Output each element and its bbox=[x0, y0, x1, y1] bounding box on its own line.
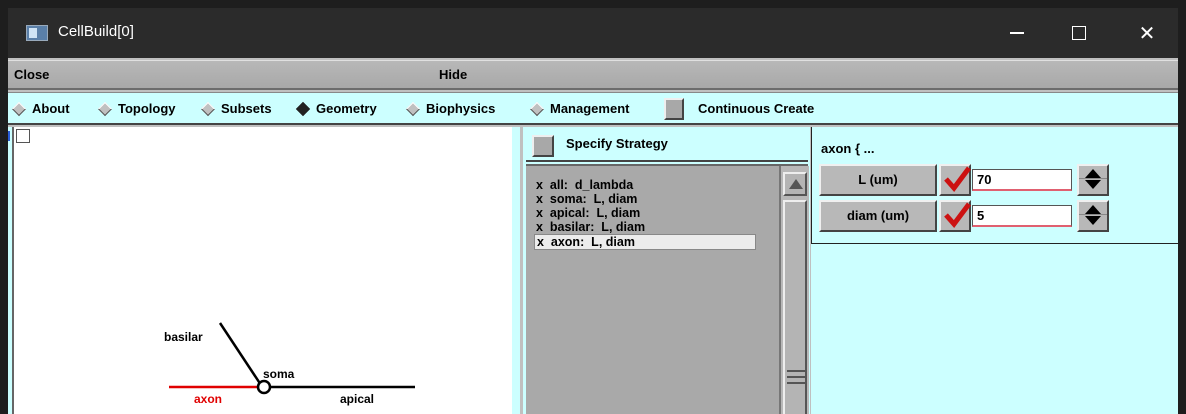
stepper-divider bbox=[1079, 214, 1107, 215]
radio-diamond-icon bbox=[97, 101, 113, 116]
tab-biophysics-label: Biophysics bbox=[426, 101, 496, 116]
tab-about-label: About bbox=[32, 101, 70, 116]
radio-diamond-selected-icon bbox=[295, 101, 311, 116]
radio-diamond-icon bbox=[405, 101, 421, 116]
section-params-pane: axon { ... L (um) 70 diam (um) 5 bbox=[811, 127, 1178, 414]
soma-section bbox=[256, 379, 272, 395]
checkbox-button-icon bbox=[664, 97, 684, 120]
edge-marker bbox=[8, 131, 10, 141]
minimize-button[interactable] bbox=[986, 8, 1048, 58]
tab-biophysics[interactable]: Biophysics bbox=[405, 93, 496, 124]
radio-diamond-icon bbox=[200, 101, 216, 116]
tab-about[interactable]: About bbox=[11, 93, 70, 124]
basilar-label: basilar bbox=[164, 330, 203, 344]
list-item[interactable]: x all: d_lambda bbox=[536, 178, 633, 192]
scroll-up-arrow-icon[interactable] bbox=[783, 172, 807, 196]
tab-geometry-label: Geometry bbox=[316, 101, 377, 116]
diam-stepper[interactable] bbox=[1077, 200, 1109, 232]
soma-label: soma bbox=[263, 367, 295, 381]
tab-management-label: Management bbox=[550, 101, 630, 116]
red-checkmark-icon bbox=[944, 166, 971, 192]
close-icon: ✕ bbox=[1138, 21, 1156, 45]
list-item-selected[interactable]: x axon: L, diam bbox=[534, 234, 756, 250]
tab-subsets-label: Subsets bbox=[221, 101, 272, 116]
continuous-create-toggle[interactable]: Continuous Create bbox=[664, 93, 814, 124]
list-item[interactable]: x apical: L, diam bbox=[536, 206, 640, 220]
strategy-list[interactable]: x all: d_lambda x soma: L, diam x apical… bbox=[526, 164, 809, 414]
cellbuild-window: CellBuild[0] ✕ Close Hide About Topology… bbox=[8, 8, 1178, 414]
stepper-divider bbox=[1079, 178, 1107, 179]
grip-line bbox=[787, 376, 805, 378]
apical-label: apical bbox=[340, 392, 375, 406]
specify-strategy-checkbox[interactable] bbox=[532, 135, 554, 157]
arrow-down-icon bbox=[1085, 180, 1101, 189]
specify-strategy-label[interactable]: Specify Strategy bbox=[566, 136, 668, 151]
strategy-header: Specify Strategy bbox=[526, 127, 808, 162]
window-title: CellBuild[0] bbox=[58, 23, 134, 40]
scroll-thumb[interactable] bbox=[783, 200, 807, 414]
close-window-button[interactable]: ✕ bbox=[1116, 8, 1178, 58]
red-checkmark-icon bbox=[944, 202, 971, 228]
arrow-up-icon bbox=[1085, 169, 1101, 178]
diam-check-toggle[interactable] bbox=[939, 200, 971, 232]
arrow-down-icon bbox=[1085, 216, 1101, 225]
length-param-button[interactable]: L (um) bbox=[819, 164, 937, 196]
menu-bar: Close Hide bbox=[8, 60, 1178, 90]
basilar-section bbox=[218, 322, 263, 386]
shape-canvas[interactable]: basilar soma axon apical bbox=[12, 127, 512, 414]
list-item[interactable]: x basilar: L, diam bbox=[536, 220, 645, 234]
tab-management[interactable]: Management bbox=[529, 93, 630, 124]
grip-line bbox=[787, 370, 805, 372]
maximize-icon bbox=[1072, 26, 1086, 40]
menu-hide[interactable]: Hide bbox=[439, 67, 467, 82]
list-scrollbar[interactable] bbox=[779, 166, 809, 414]
maximize-button[interactable] bbox=[1048, 8, 1110, 58]
axon-param-panel: axon { ... L (um) 70 diam (um) 5 bbox=[811, 127, 1178, 244]
title-bar[interactable]: CellBuild[0] ✕ bbox=[8, 8, 1178, 58]
diam-param-button[interactable]: diam (um) bbox=[819, 200, 937, 232]
radio-diamond-icon bbox=[11, 101, 27, 116]
section-title: axon { ... bbox=[821, 141, 875, 156]
length-value-field[interactable]: 70 bbox=[972, 169, 1072, 191]
shape-canvas-pane: basilar soma axon apical bbox=[8, 127, 520, 414]
axon-label: axon bbox=[194, 392, 223, 406]
tab-bar: About Topology Subsets Geometry Biophysi… bbox=[8, 92, 1178, 125]
grip-line bbox=[787, 382, 805, 384]
tab-subsets[interactable]: Subsets bbox=[200, 93, 272, 124]
app-icon bbox=[26, 25, 48, 41]
diam-value-field[interactable]: 5 bbox=[972, 205, 1072, 227]
tab-topology[interactable]: Topology bbox=[97, 93, 176, 124]
radio-diamond-icon bbox=[529, 101, 545, 116]
list-item[interactable]: x soma: L, diam bbox=[536, 192, 637, 206]
arrow-up-icon bbox=[1085, 205, 1101, 214]
continuous-create-label: Continuous Create bbox=[698, 101, 815, 116]
tab-topology-label: Topology bbox=[118, 101, 176, 116]
length-stepper[interactable] bbox=[1077, 164, 1109, 196]
length-check-toggle[interactable] bbox=[939, 164, 971, 196]
tab-geometry[interactable]: Geometry bbox=[295, 93, 377, 124]
strategy-pane: Specify Strategy x all: d_lambda x soma:… bbox=[523, 127, 810, 414]
menu-close[interactable]: Close bbox=[14, 67, 49, 82]
minimize-icon bbox=[1010, 32, 1024, 34]
